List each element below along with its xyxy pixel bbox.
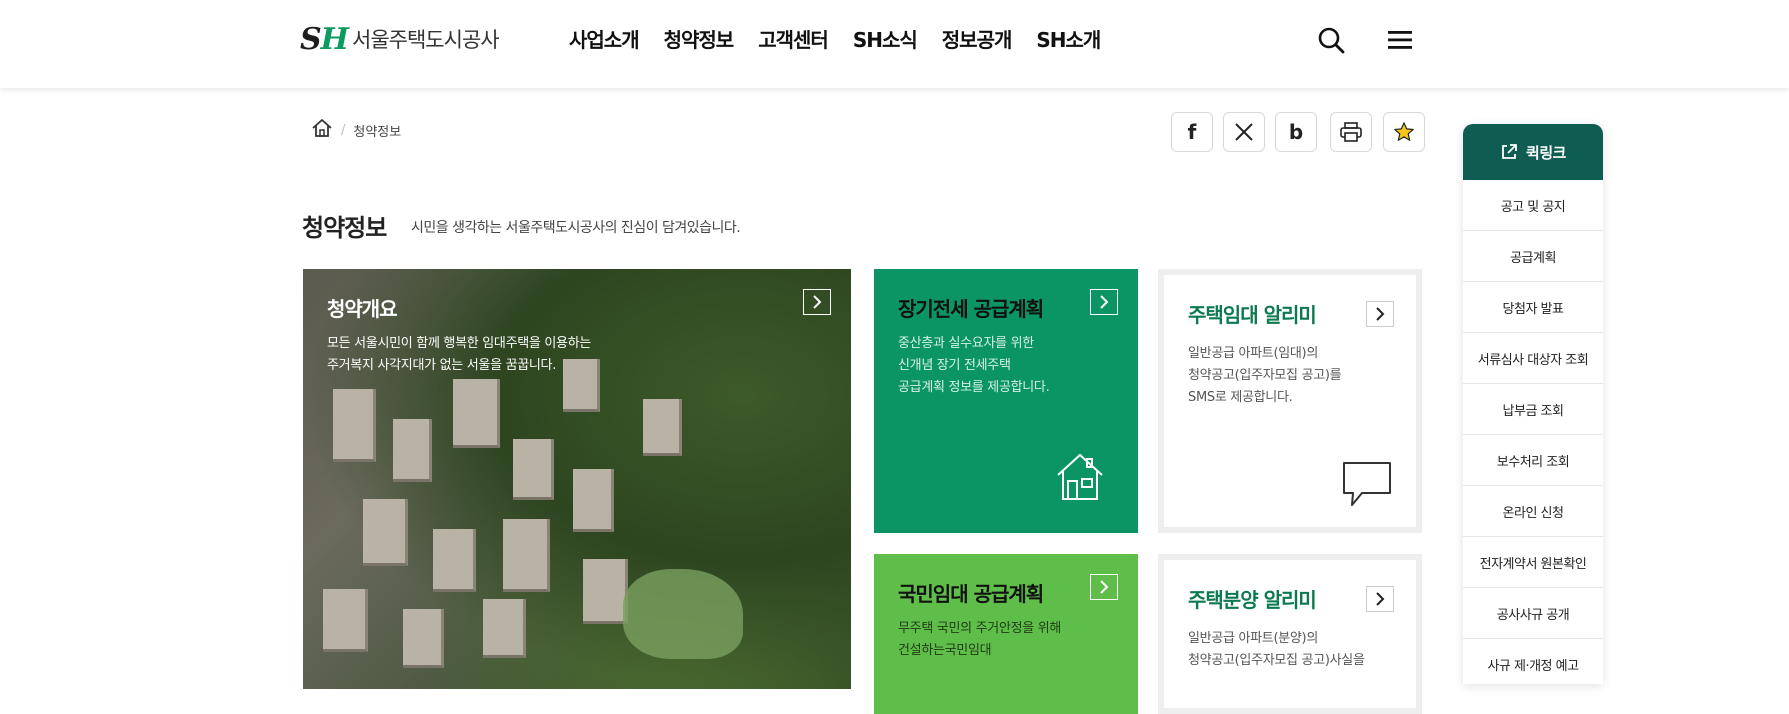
sale-alert-card[interactable]: 주택분양 알리미 일반공급 아파트(분양)의 청약공고(입주자모집 공고)사실을 (1158, 554, 1422, 714)
quick-link-item[interactable]: 공사사규 공개 (1463, 588, 1603, 639)
chevron-right-icon[interactable] (1090, 574, 1118, 600)
desc-line: 일반공급 아파트(임대)의 (1188, 346, 1318, 361)
card-title: 주택임대 알리미 (1188, 303, 1317, 327)
quick-link-title: 퀵링크 (1526, 143, 1566, 162)
facebook-icon: f (1187, 120, 1197, 144)
desc-line: 무주택 국민의 주거안정을 위해 (898, 621, 1062, 636)
x-share-button[interactable] (1223, 112, 1265, 152)
search-icon[interactable] (1316, 25, 1346, 55)
external-link-icon (1502, 144, 1517, 159)
nav-sh-news[interactable]: SH소식 (853, 24, 918, 53)
desc-line: 공급계획 정보를 제공합니다. (898, 380, 1050, 395)
card-title: 청약개요 (327, 297, 398, 321)
card-desc: 무주택 국민의 주거안정을 위해 건설하는국민임대 (898, 618, 1061, 662)
card-title: 주택분양 알리미 (1188, 588, 1317, 612)
desc-line: 건설하는국민임대 (898, 643, 992, 658)
jeonse-plan-card[interactable]: 장기전세 공급계획 중산층과 실수요자를 위한 신개념 장기 전세주택 공급계획… (874, 269, 1138, 533)
card-title: 국민임대 공급계획 (898, 582, 1044, 606)
desc-line: 일반공급 아파트(분양)의 (1188, 631, 1318, 646)
aerial-photo (303, 269, 851, 689)
chevron-right-icon[interactable] (1366, 586, 1394, 612)
rental-alert-card[interactable]: 주택임대 알리미 일반공급 아파트(임대)의 청약공고(입주자모집 공고)를 S… (1158, 269, 1422, 533)
logo-mark-h: H (320, 21, 349, 57)
card-desc: 일반공급 아파트(임대)의 청약공고(입주자모집 공고)를 SMS로 제공합니다… (1188, 343, 1342, 409)
nav-info-disclosure[interactable]: 정보공개 (942, 24, 1013, 53)
breadcrumb-separator: / (341, 122, 346, 138)
site-header: SH 서울주택도시공사 사업소개 청약정보 고객센터 SH소식 정보공개 SH소… (0, 0, 1789, 88)
quick-link-item[interactable]: 공고 및 공지 (1463, 180, 1603, 231)
quick-link-item[interactable]: 공급계획 (1463, 231, 1603, 282)
nav-customer-center[interactable]: 고객센터 (758, 24, 829, 53)
quick-link-header: 퀵링크 (1463, 124, 1603, 180)
chevron-right-icon[interactable] (1090, 289, 1118, 315)
facebook-share-button[interactable]: f (1171, 112, 1213, 152)
blog-share-button[interactable]: b (1275, 112, 1317, 152)
desc-line: 모든 서울시민이 함께 행복한 임대주택을 이용하는 (327, 336, 592, 351)
quick-link-item[interactable]: 당첨자 발표 (1463, 282, 1603, 333)
desc-line: 청약공고(입주자모집 공고)를 (1188, 368, 1342, 383)
nav-subscription[interactable]: 청약정보 (664, 24, 735, 53)
breadcrumb-current: 청약정보 (353, 124, 402, 140)
speech-bubble-icon (1340, 459, 1394, 513)
star-icon (1394, 122, 1414, 141)
card-desc: 모든 서울시민이 함께 행복한 임대주택을 이용하는 주거복지 사각지대가 없는… (327, 333, 591, 377)
desc-line: 주거복지 사각지대가 없는 서울을 꿈꿉니다. (327, 358, 557, 373)
desc-line: SMS로 제공합니다. (1188, 390, 1293, 405)
quick-link-item[interactable]: 보수처리 조회 (1463, 435, 1603, 486)
quick-link-item[interactable]: 사규 제·개정 예고 (1463, 639, 1603, 684)
quick-link-item[interactable]: 납부금 조회 (1463, 384, 1603, 435)
desc-line: 신개념 장기 전세주택 (898, 358, 1011, 373)
card-desc: 중산층과 실수요자를 위한 신개념 장기 전세주택 공급계획 정보를 제공합니다… (898, 333, 1050, 399)
nav-sh-intro[interactable]: SH소개 (1036, 24, 1101, 53)
breadcrumb: / 청약정보 (311, 118, 401, 142)
page-subtitle: 시민을 생각하는 서울주택도시공사의 진심이 담겨있습니다. (411, 220, 741, 236)
print-button[interactable] (1330, 112, 1372, 152)
main-nav: 사업소개 청약정보 고객센터 SH소식 정보공개 SH소개 (569, 24, 1125, 53)
quick-link-item[interactable]: 전자계약서 원본확인 (1463, 537, 1603, 588)
desc-line: 중산층과 실수요자를 위한 (898, 336, 1034, 351)
logo-mark-s: S (300, 21, 322, 57)
print-icon (1340, 122, 1362, 142)
logo-text: 서울주택도시공사 (352, 28, 500, 52)
home-icon[interactable] (311, 118, 333, 142)
favorite-button[interactable] (1383, 112, 1425, 152)
quick-link-item[interactable]: 서류심사 대상자 조회 (1463, 333, 1603, 384)
chevron-right-icon[interactable] (803, 289, 831, 315)
house-icon (1054, 451, 1106, 507)
x-icon (1235, 123, 1253, 141)
blog-icon: b (1288, 120, 1304, 144)
hamburger-menu-icon[interactable] (1385, 25, 1415, 55)
nav-business[interactable]: 사업소개 (569, 24, 640, 53)
page-title: 청약정보 (302, 214, 387, 242)
overview-card[interactable]: 청약개요 모든 서울시민이 함께 행복한 임대주택을 이용하는 주거복지 사각지… (303, 269, 851, 689)
chevron-right-icon[interactable] (1366, 301, 1394, 327)
national-rental-plan-card[interactable]: 국민임대 공급계획 무주택 국민의 주거안정을 위해 건설하는국민임대 (874, 554, 1138, 714)
logo-mark: SH (300, 21, 349, 57)
card-title: 장기전세 공급계획 (898, 297, 1044, 321)
card-desc: 일반공급 아파트(분양)의 청약공고(입주자모집 공고)사실을 (1188, 628, 1365, 672)
quick-link-item[interactable]: 온라인 신청 (1463, 486, 1603, 537)
logo[interactable]: SH 서울주택도시공사 (300, 21, 500, 57)
quick-link-panel: 퀵링크 공고 및 공지 공급계획 당첨자 발표 서류심사 대상자 조회 납부금 … (1463, 124, 1603, 684)
